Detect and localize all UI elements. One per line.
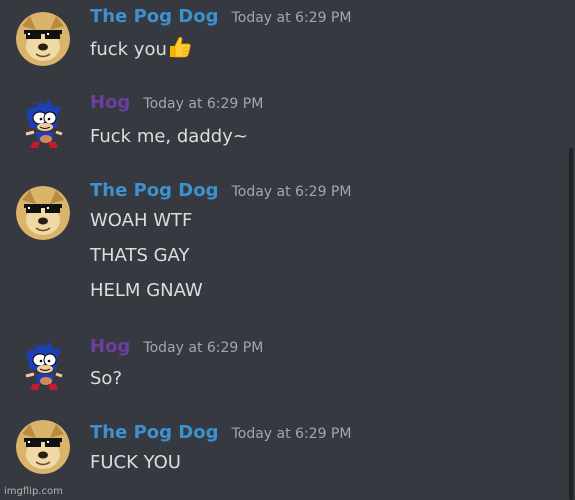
message-text: Fuck me, daddy~ bbox=[90, 124, 248, 150]
username[interactable]: The Pog Dog bbox=[90, 6, 218, 27]
message-content: FUCK YOU bbox=[90, 452, 181, 473]
message-text: WOAH WTF bbox=[90, 208, 192, 234]
doge-avatar[interactable] bbox=[16, 186, 70, 240]
scrollbar-thumb[interactable] bbox=[569, 148, 573, 500]
message-header: Hog Today at 6:29 PM bbox=[90, 336, 263, 364]
message-content: Fuck me, daddy~ bbox=[90, 126, 248, 147]
username[interactable]: The Pog Dog bbox=[90, 422, 218, 443]
username[interactable]: The Pog Dog bbox=[90, 180, 218, 201]
sanic-avatar[interactable] bbox=[16, 340, 70, 394]
message-text: So? bbox=[90, 366, 122, 392]
message-group: The Pog Dog Today at 6:29 PM WOAH WTF TH… bbox=[0, 180, 560, 310]
doge-avatar[interactable] bbox=[16, 12, 70, 66]
message-header: The Pog Dog Today at 6:29 PM bbox=[90, 422, 351, 450]
doge-avatar[interactable] bbox=[16, 420, 70, 474]
timestamp: Today at 6:29 PM bbox=[231, 184, 352, 200]
timestamp: Today at 6:29 PM bbox=[143, 96, 264, 112]
thumbs-up-icon bbox=[168, 36, 192, 66]
message-header: The Pog Dog Today at 6:29 PM bbox=[90, 180, 351, 208]
message-content: THATS GAY bbox=[90, 245, 190, 266]
message-group: Hog Today at 6:29 PM So? bbox=[0, 336, 560, 402]
message-content: So? bbox=[90, 368, 122, 389]
timestamp: Today at 6:29 PM bbox=[143, 340, 264, 356]
message-group: The Pog Dog Today at 6:29 PM FUCK YOU bbox=[0, 420, 560, 488]
timestamp: Today at 6:29 PM bbox=[231, 10, 352, 26]
username[interactable]: Hog bbox=[90, 92, 130, 113]
message-text: THATS GAY bbox=[90, 243, 189, 269]
sanic-avatar[interactable] bbox=[16, 98, 70, 152]
username[interactable]: Hog bbox=[90, 336, 130, 357]
message-group: The Pog Dog Today at 6:29 PM fuck you bbox=[0, 6, 560, 72]
timestamp: Today at 6:29 PM bbox=[231, 426, 352, 442]
message-content: fuck you bbox=[90, 39, 167, 60]
message-text: FUCK YOU bbox=[90, 450, 181, 476]
message-header: Hog Today at 6:29 PM bbox=[90, 92, 263, 120]
message-text: HELM GNAW bbox=[90, 278, 203, 304]
message-content: WOAH WTF bbox=[90, 210, 193, 231]
message-content: HELM GNAW bbox=[90, 280, 203, 301]
message-text: fuck you bbox=[90, 36, 192, 62]
chat-messages: The Pog Dog Today at 6:29 PM fuck you Ho… bbox=[0, 0, 575, 500]
watermark: imgflip.com bbox=[4, 486, 63, 497]
message-header: The Pog Dog Today at 6:29 PM bbox=[90, 6, 351, 34]
message-group: Hog Today at 6:29 PM Fuck me, daddy~ bbox=[0, 92, 560, 158]
